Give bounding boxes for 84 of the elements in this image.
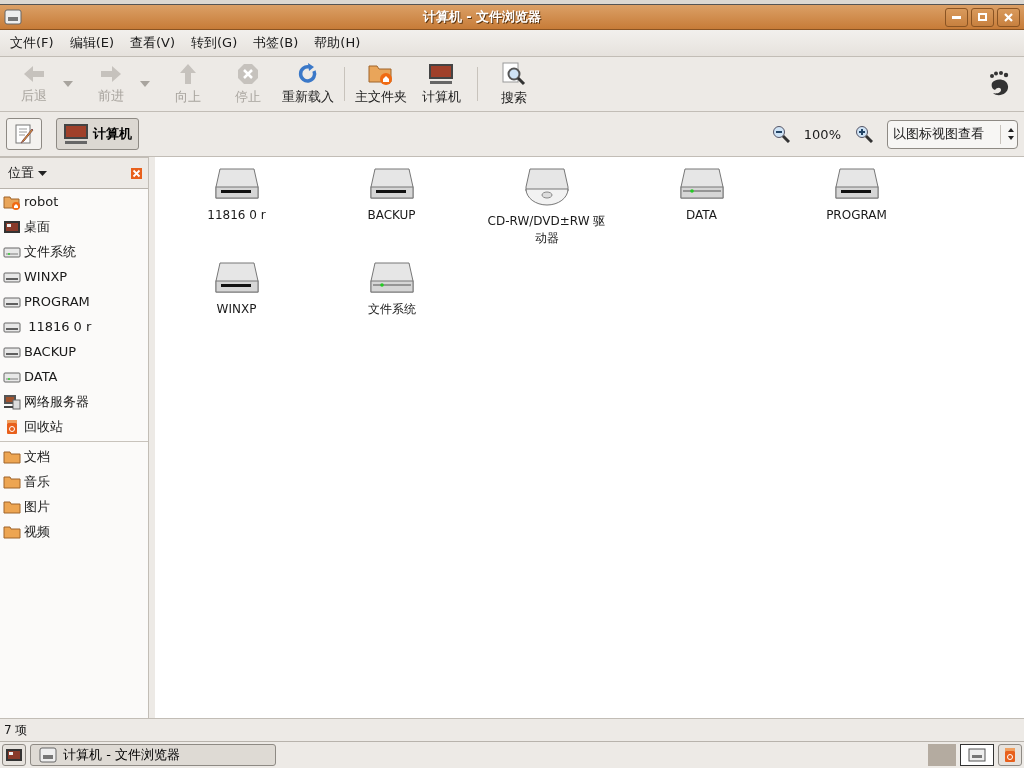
toolbar-button[interactable]: 搜索: [484, 59, 544, 109]
file-name[interactable]: PROGRAM: [792, 207, 921, 224]
folder-icon: [3, 473, 21, 490]
menu-item[interactable]: 帮助(H): [306, 34, 369, 52]
drive-icon: [679, 167, 724, 201]
up-arrow-icon: [178, 62, 198, 85]
hard-drive-icon: [214, 261, 259, 295]
taskbar-button[interactable]: 计算机 - 文件浏览器: [30, 744, 276, 766]
close-icon: [131, 167, 142, 179]
zoom-level: 100%: [803, 126, 841, 142]
file-name[interactable]: WINXP: [172, 301, 301, 318]
hard-drive-icon: [834, 167, 879, 201]
sidebar-item[interactable]: 文档: [0, 444, 148, 469]
toolbar-button[interactable]: 计算机: [411, 59, 471, 109]
sidebar-item[interactable]: PROGRAM: [0, 289, 148, 314]
sidebar-item[interactable]: 桌面: [0, 214, 148, 239]
toolbar-button[interactable]: 主文件夹: [351, 59, 411, 109]
window-title: 计算机 - 文件浏览器: [421, 8, 543, 26]
dropdown-caret-icon: [63, 81, 73, 87]
close-button[interactable]: [997, 7, 1020, 27]
minimize-button[interactable]: [945, 7, 968, 27]
folder-icon: [3, 448, 21, 465]
zoom-in-icon: [855, 125, 873, 143]
network-server-icon: [3, 393, 21, 410]
search-icon: [502, 61, 526, 86]
spinner-arrows-icon: [1005, 127, 1017, 141]
file-name[interactable]: BACKUP: [327, 207, 456, 224]
edit-location-button[interactable]: [6, 118, 42, 150]
sidebar-item[interactable]: 视频: [0, 519, 148, 544]
menu-item[interactable]: 编辑(E): [61, 34, 122, 52]
trash-button[interactable]: [998, 744, 1022, 766]
hard-drive-icon: [214, 167, 259, 201]
sidebar-item[interactable]: 音乐: [0, 469, 148, 494]
menu-item[interactable]: 转到(G): [183, 34, 246, 52]
computer-icon: [428, 62, 454, 85]
file-name[interactable]: 11816 0 r: [172, 207, 301, 224]
home-folder-icon: [3, 193, 21, 210]
sidebar-item[interactable]: robot: [0, 189, 148, 214]
dropdown-caret-icon: [38, 170, 47, 176]
menu-item[interactable]: 查看(V): [122, 34, 184, 52]
hard-drive-icon: [369, 167, 414, 201]
sidebar-item[interactable]: WINXP: [0, 264, 148, 289]
sidebar-title[interactable]: 位置: [8, 164, 34, 182]
folder-icon: [3, 498, 21, 515]
maximize-icon: [978, 13, 987, 21]
workspace-switcher[interactable]: [928, 744, 956, 766]
back-arrow-icon: [23, 63, 45, 84]
sidebar-item[interactable]: BACKUP: [0, 339, 148, 364]
dropdown-caret-icon: [140, 81, 150, 87]
desktop-icon: [3, 218, 21, 235]
forward-arrow-icon: [100, 63, 122, 84]
reload-icon: [297, 62, 319, 85]
path-button[interactable]: 计算机: [56, 118, 139, 150]
close-icon: [1004, 12, 1013, 22]
minimize-icon: [952, 15, 961, 19]
sidebar-item[interactable]: 网络服务器: [0, 389, 148, 414]
file-name[interactable]: CD-RW/DVD±RW 驱动器: [482, 213, 611, 247]
file-name[interactable]: 文件系统: [327, 301, 456, 318]
menu-item[interactable]: 文件(F): [2, 34, 62, 52]
file-name[interactable]: DATA: [637, 207, 766, 224]
window-icon: [968, 748, 986, 762]
desktop-icon: [5, 747, 23, 763]
drive-icon: [369, 261, 414, 295]
workspace-switcher[interactable]: [960, 744, 994, 766]
sidebar-item[interactable]: 11816 0 r: [0, 314, 148, 339]
folder-icon: [3, 523, 21, 540]
zoom-out-icon: [771, 125, 790, 143]
home-folder-icon: [368, 62, 394, 85]
maximize-button[interactable]: [971, 7, 994, 27]
view-mode-select[interactable]: 以图标视图查看: [887, 119, 1018, 149]
file-manager-icon: [39, 747, 57, 763]
toolbar-button[interactable]: 重新载入: [278, 59, 338, 109]
file-manager-icon: [4, 8, 22, 26]
optical-drive-icon: [524, 167, 569, 207]
edit-document-icon: [13, 123, 35, 145]
show-desktop-button[interactable]: [2, 744, 26, 766]
sidebar-item[interactable]: 回收站: [0, 414, 148, 439]
sidebar-item[interactable]: DATA: [0, 364, 148, 389]
sidebar-item[interactable]: 图片: [0, 494, 148, 519]
stop-icon: [237, 62, 259, 85]
menu-item[interactable]: 书签(B): [245, 34, 307, 52]
sidebar-item[interactable]: 文件系统: [0, 239, 148, 264]
computer-icon: [63, 123, 89, 145]
foot-logo-icon: [988, 71, 1010, 97]
